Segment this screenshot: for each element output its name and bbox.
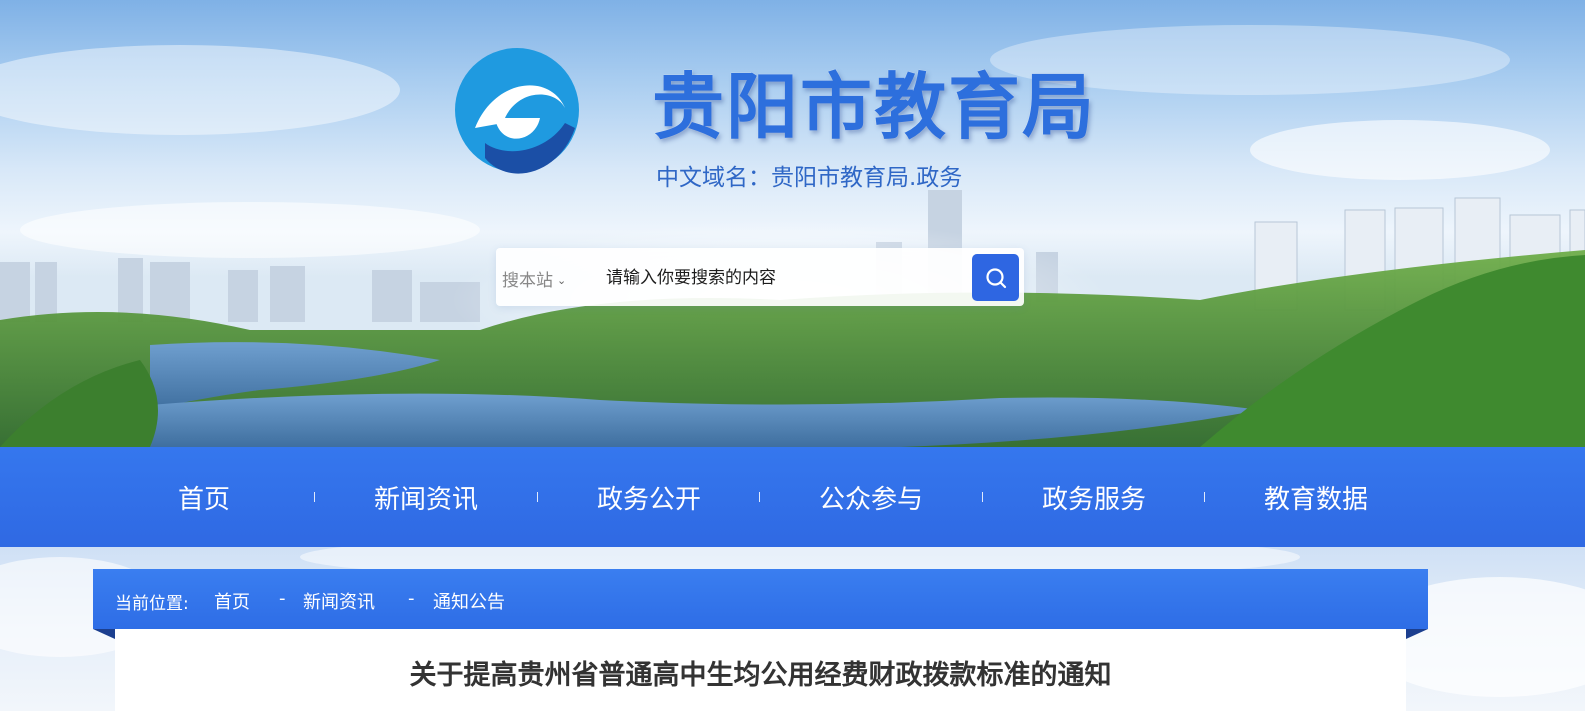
search-icon — [985, 267, 1006, 288]
breadcrumb-label: 当前位置: — [115, 594, 189, 614]
breadcrumb-separator: - — [408, 588, 415, 609]
search-scope-label: 搜本站 — [502, 271, 553, 291]
article-panel: 关于提高贵州省普通高中生均公用经费财政拨款标准的通知 — [115, 629, 1406, 711]
main-nav: 首页 新闻资讯 政务公开 公众参与 政务服务 教育数据 — [0, 447, 1585, 547]
breadcrumb-home-link[interactable]: 首页 — [214, 588, 250, 614]
breadcrumb-fold-left — [93, 629, 115, 639]
bureau-logo-icon — [455, 48, 579, 174]
article-title: 关于提高贵州省普通高中生均公用经费财政拨款标准的通知 — [409, 660, 1112, 691]
search-input[interactable] — [604, 260, 958, 296]
breadcrumb-notices-link[interactable]: 通知公告 — [433, 588, 505, 614]
nav-separator — [982, 492, 983, 502]
header-banner: 贵阳市教育局 中文域名：贵阳市教育局.政务 搜本站 ⌄ — [0, 0, 1585, 447]
nav-item-gov-services[interactable]: 政务服务 — [984, 479, 1204, 516]
nav-separator — [759, 492, 760, 502]
search-button[interactable] — [972, 254, 1019, 301]
breadcrumb-fold-right — [1406, 629, 1428, 639]
nav-item-home[interactable]: 首页 — [94, 479, 314, 516]
nav-separator — [1204, 492, 1205, 502]
nav-item-news[interactable]: 新闻资讯 — [316, 479, 536, 516]
breadcrumb-news-link[interactable]: 新闻资讯 — [303, 588, 375, 614]
nav-item-public-participation[interactable]: 公众参与 — [761, 479, 981, 516]
site-title: 贵阳市教育局 — [652, 65, 1097, 149]
breadcrumb-separator: - — [279, 588, 286, 609]
nav-item-gov-affairs[interactable]: 政务公开 — [539, 479, 759, 516]
nav-separator — [537, 492, 538, 502]
breadcrumb: 当前位置: 首页 - 新闻资讯 - 通知公告 — [93, 569, 1428, 629]
search-scope-select[interactable]: 搜本站 ⌄ — [502, 266, 566, 291]
domain-name-line: 中文域名：贵阳市教育局.政务 — [656, 165, 963, 191]
nav-item-education-data[interactable]: 教育数据 — [1206, 479, 1426, 516]
search-bar: 搜本站 ⌄ — [496, 248, 1024, 306]
chevron-down-icon: ⌄ — [557, 274, 567, 287]
nav-separator — [314, 492, 315, 502]
